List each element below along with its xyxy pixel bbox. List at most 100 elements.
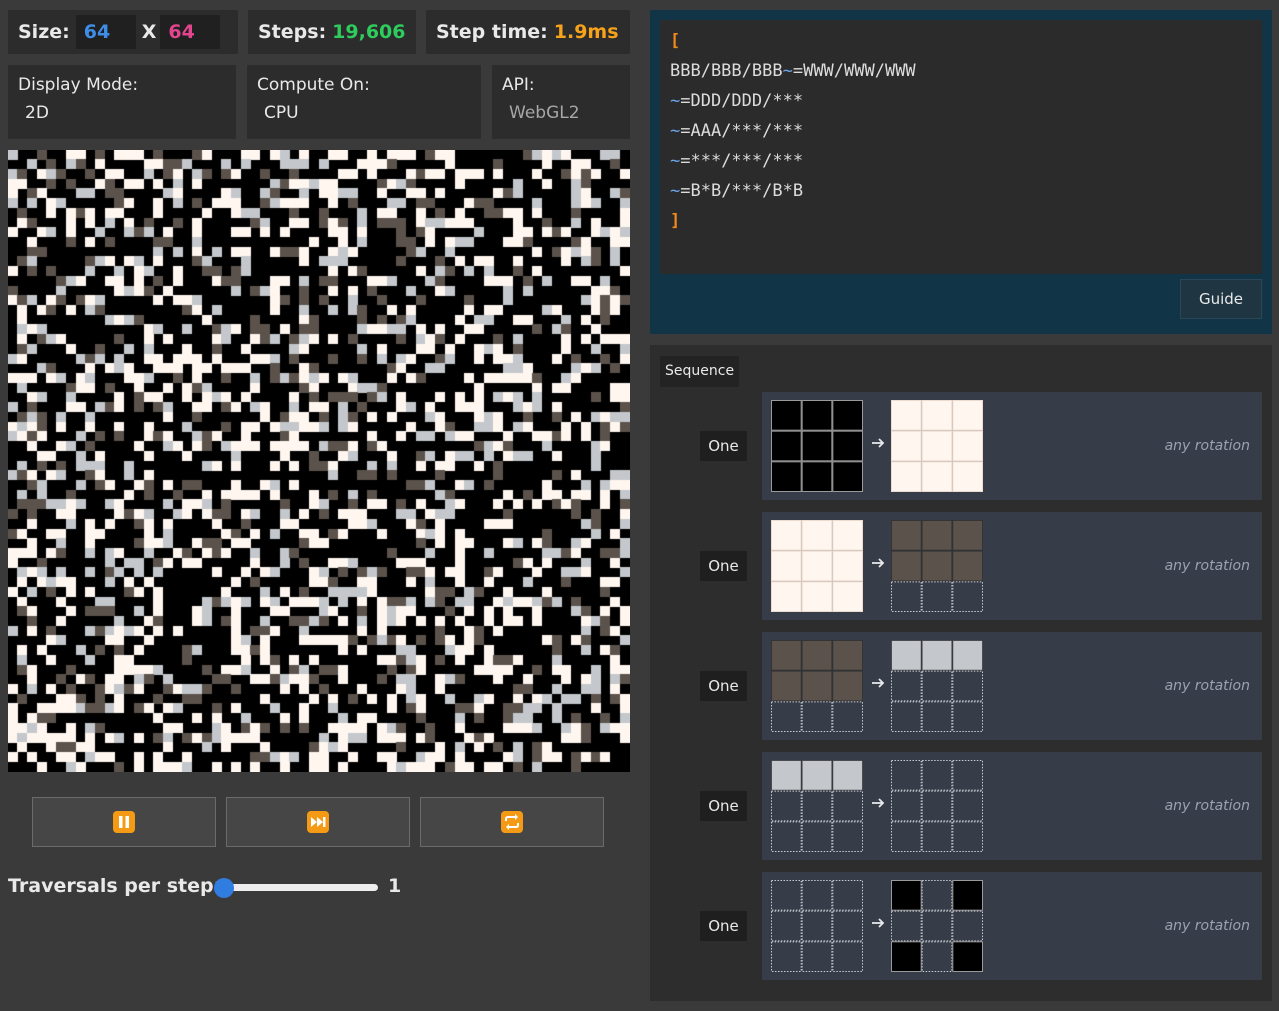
pattern-cell xyxy=(891,430,922,462)
pause-icon xyxy=(113,811,135,833)
arrow-right-icon xyxy=(872,678,885,688)
pattern-cell xyxy=(952,670,983,702)
pattern-cell xyxy=(891,821,922,852)
pattern-cell xyxy=(891,701,922,732)
pattern-cell xyxy=(891,400,922,431)
pattern-cell xyxy=(771,790,802,822)
traversals-slider-thumb[interactable] xyxy=(214,878,234,898)
rule-mode-one[interactable]: One xyxy=(700,431,747,461)
rule-symmetry: any rotation xyxy=(1164,678,1250,694)
compute-on-value: CPU xyxy=(264,103,299,123)
arrow-right-icon xyxy=(872,438,885,448)
arrow-right-icon xyxy=(872,918,885,928)
pattern-cell xyxy=(952,461,983,492)
pattern-cell xyxy=(952,790,983,822)
size-label: Size: xyxy=(18,21,70,43)
code-editor[interactable]: [ BBB/BBB/BBB~=WWW/WWW/WWW ~=DDD/DDD/***… xyxy=(660,20,1262,274)
rule-row[interactable]: any rotation xyxy=(762,512,1262,620)
size-panel: Size: 64 X 64 xyxy=(8,10,238,54)
pattern-cell xyxy=(921,701,953,732)
pattern-cell xyxy=(832,941,863,972)
pattern-cell xyxy=(771,430,802,462)
code-line: ~=***/***/*** xyxy=(670,151,804,171)
pattern-cell xyxy=(801,430,833,462)
pattern-cell xyxy=(771,520,802,551)
pattern-cell xyxy=(891,520,922,551)
pattern-cell xyxy=(832,640,863,671)
pattern-cell xyxy=(771,880,802,911)
rule-row[interactable]: any rotation xyxy=(762,632,1262,740)
rule-mode-one[interactable]: One xyxy=(700,671,747,701)
api-label: API: xyxy=(502,75,535,95)
pattern-cell xyxy=(801,550,833,582)
pattern-cell xyxy=(801,880,833,911)
pattern-cell xyxy=(771,461,802,492)
sequence-tag: Sequence xyxy=(660,356,740,387)
rule-output-pattern xyxy=(891,400,983,492)
traversals-label: Traversals per step: xyxy=(8,875,222,897)
pattern-cell xyxy=(921,910,953,942)
pattern-cell xyxy=(952,701,983,732)
pattern-cell xyxy=(952,910,983,942)
rule-mode-one[interactable]: One xyxy=(700,911,747,941)
pattern-cell xyxy=(952,581,983,612)
traversals-slider-track[interactable] xyxy=(222,884,378,891)
rule-input-pattern xyxy=(771,760,863,852)
pattern-cell xyxy=(771,821,802,852)
rule-row[interactable]: any rotation xyxy=(762,392,1262,500)
api-select[interactable]: API: WebGL2 xyxy=(492,65,630,181)
pattern-cell xyxy=(921,790,953,822)
pattern-cell xyxy=(801,821,833,852)
pattern-cell xyxy=(801,581,833,612)
rule-mode-one[interactable]: One xyxy=(700,551,747,581)
pattern-cell xyxy=(832,790,863,822)
rule-symmetry: any rotation xyxy=(1164,918,1250,934)
pattern-cell xyxy=(801,790,833,822)
pattern-cell xyxy=(921,550,953,582)
pattern-cell xyxy=(832,520,863,551)
pattern-cell xyxy=(891,941,922,972)
pattern-cell xyxy=(801,760,833,791)
pattern-cell xyxy=(921,670,953,702)
pattern-cell xyxy=(891,670,922,702)
rule-row[interactable]: any rotation xyxy=(762,872,1262,980)
rule-mode-one[interactable]: One xyxy=(700,791,747,821)
pattern-cell xyxy=(921,640,953,671)
pattern-cell xyxy=(891,550,922,582)
compute-on-select[interactable]: Compute On: CPU xyxy=(247,65,481,181)
display-mode-select[interactable]: Display Mode: 2D xyxy=(8,65,236,181)
size-x-input[interactable]: 64 xyxy=(75,15,136,49)
pattern-cell xyxy=(921,430,953,462)
rule-output-pattern xyxy=(891,520,983,612)
arrow-right-icon xyxy=(872,798,885,808)
pattern-cell xyxy=(921,520,953,551)
pattern-cell xyxy=(891,461,922,492)
reset-button[interactable] xyxy=(420,797,604,847)
rule-input-pattern xyxy=(771,640,863,732)
pattern-cell xyxy=(952,760,983,791)
rule-symmetry: any rotation xyxy=(1164,438,1250,454)
size-y-input[interactable]: 64 xyxy=(160,15,221,49)
pattern-cell xyxy=(801,941,833,972)
code-open-bracket: [ xyxy=(670,31,681,51)
pattern-cell xyxy=(801,670,833,702)
pattern-cell xyxy=(891,910,922,942)
pattern-cell xyxy=(801,910,833,942)
fast-forward-icon xyxy=(307,811,329,833)
rule-symmetry: any rotation xyxy=(1164,558,1250,574)
pattern-cell xyxy=(921,880,953,911)
pause-button[interactable] xyxy=(32,797,216,847)
pattern-cell xyxy=(771,910,802,942)
pattern-cell xyxy=(952,520,983,551)
rule-output-pattern xyxy=(891,880,983,972)
pattern-cell xyxy=(921,400,953,431)
code-line: BBB/BBB/BBB~=WWW/WWW/WWW xyxy=(670,61,916,81)
simulation-canvas[interactable] xyxy=(8,150,630,772)
pattern-cell xyxy=(832,581,863,612)
rule-row[interactable]: any rotation xyxy=(762,752,1262,860)
pattern-cell xyxy=(891,581,922,612)
pattern-cell xyxy=(832,910,863,942)
guide-button[interactable]: Guide xyxy=(1180,279,1262,319)
rule-output-pattern xyxy=(891,640,983,732)
step-forward-button[interactable] xyxy=(226,797,410,847)
